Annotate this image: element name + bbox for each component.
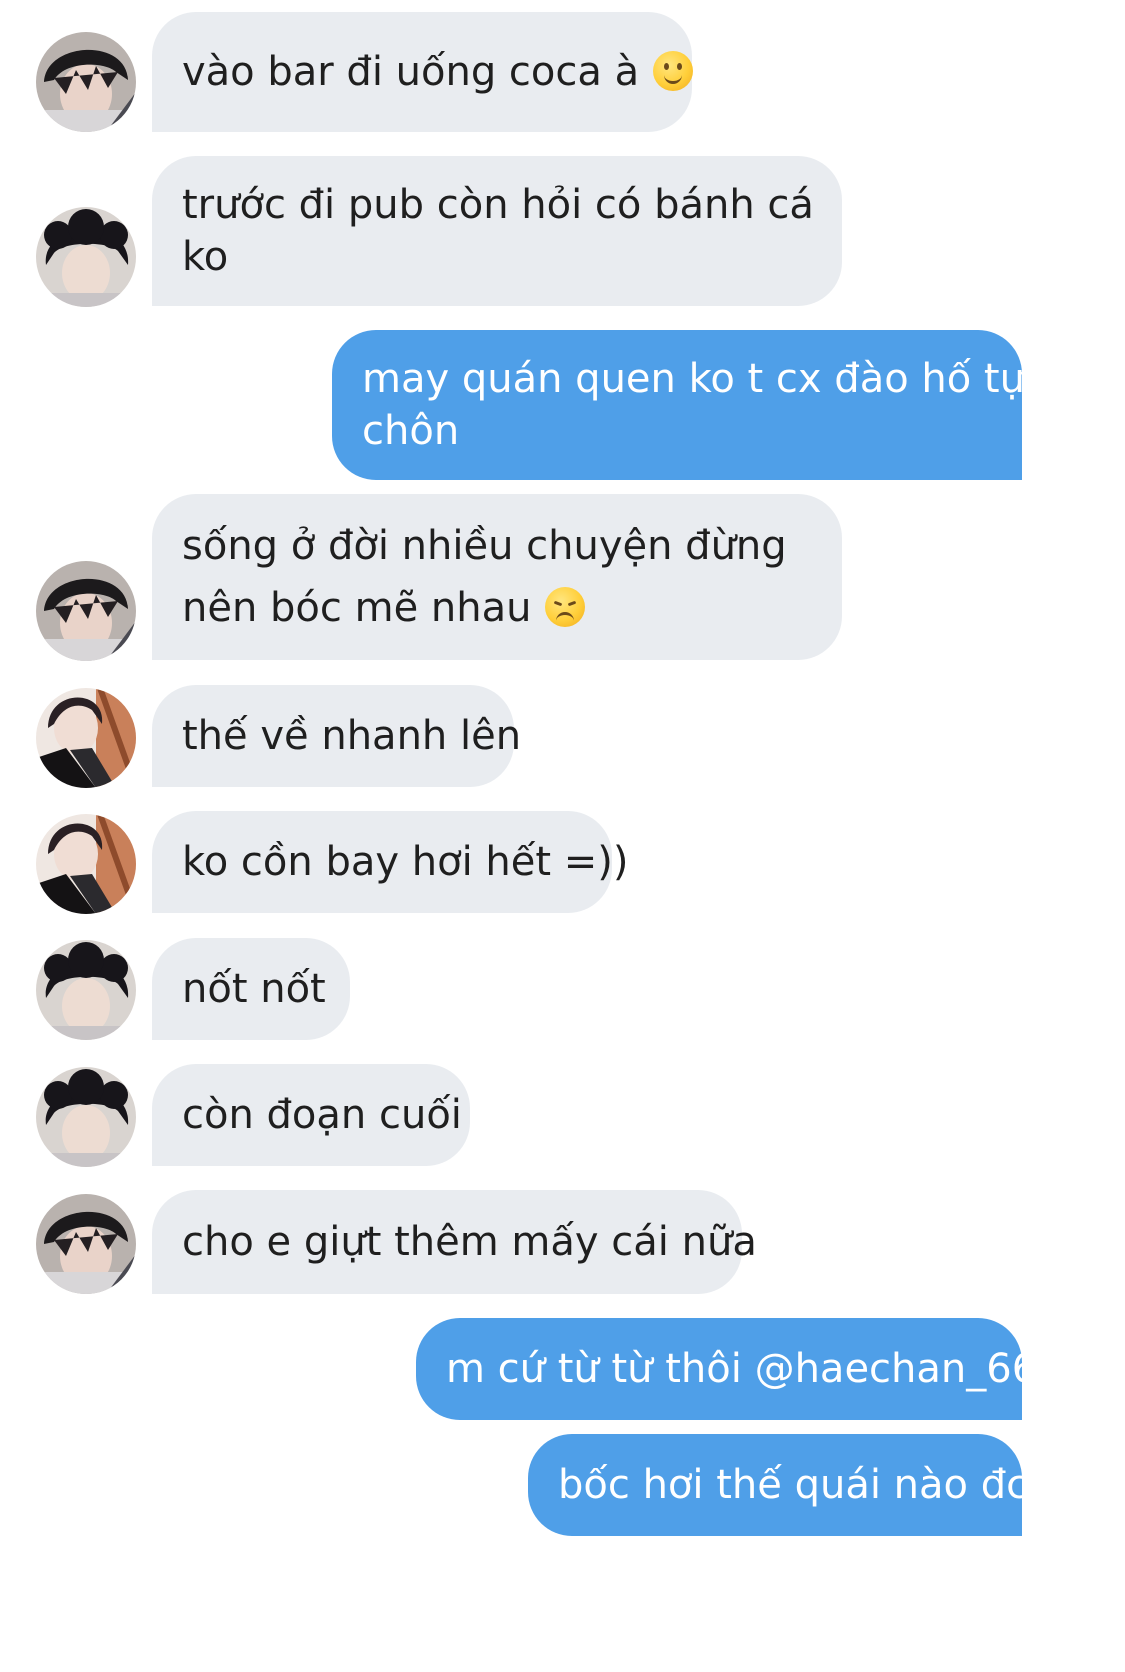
incoming-message[interactable]: thế về nhanh lên (152, 685, 522, 787)
avatar-photo (36, 32, 136, 132)
message-text-line: trước đi pub còn hỏi có bánh cá (182, 182, 814, 228)
outgoing-message[interactable]: bốc hơi thế quái nào đc (528, 1434, 1029, 1536)
message-text-line: nốt nốt (182, 966, 326, 1012)
incoming-message[interactable]: trước đi pub còn hỏi có bánh cá ko (152, 156, 842, 306)
avatar-photo (36, 688, 136, 788)
avatar[interactable] (36, 32, 136, 132)
avatar-photo (36, 814, 136, 914)
message-text-line: cho e giựt thêm mấy cái nữa (182, 1219, 757, 1265)
message-text-line: sống ở đời nhiều chuyện đừng (182, 523, 787, 569)
message-text-line: ko (182, 234, 229, 280)
chat-thread: vào bar đi uống coca à trước đi pub còn … (0, 0, 1125, 1672)
message-text-line: chôn (362, 408, 460, 454)
outgoing-message[interactable]: m cứ từ từ thôi @haechan_66 (416, 1318, 1038, 1420)
message-text-line: nên bóc mẽ nhau (182, 577, 812, 639)
avatar-photo (36, 561, 136, 661)
message-text-line: may quán quen ko t cx đào hố tự (362, 356, 1025, 402)
avatar[interactable] (36, 688, 136, 788)
outgoing-message[interactable]: may quán quen ko t cx đào hố tự chôn (332, 330, 1025, 480)
incoming-message[interactable]: cho e giựt thêm mấy cái nữa (152, 1190, 757, 1294)
message-text-line: còn đoạn cuối (182, 1092, 462, 1138)
avatar-photo (36, 940, 136, 1040)
avatar[interactable] (36, 1194, 136, 1294)
incoming-message[interactable]: ko cồn bay hơi hết =)) (152, 811, 629, 913)
avatar[interactable] (36, 1067, 136, 1167)
disappointed-face-icon (545, 587, 586, 627)
message-text-line: ko cồn bay hơi hết =)) (182, 839, 629, 885)
avatar[interactable] (36, 814, 136, 914)
incoming-message[interactable]: vào bar đi uống coca à (152, 12, 694, 132)
avatar[interactable] (36, 940, 136, 1040)
upside-down-face-icon (653, 51, 694, 91)
incoming-message[interactable]: nốt nốt (152, 938, 350, 1040)
message-text-line: bốc hơi thế quái nào đc (558, 1462, 1029, 1508)
avatar-photo (36, 1194, 136, 1294)
message-text-line: thế về nhanh lên (182, 713, 522, 759)
avatar[interactable] (36, 561, 136, 661)
avatar[interactable] (36, 207, 136, 307)
incoming-message[interactable]: còn đoạn cuối (152, 1064, 470, 1166)
avatar-photo (36, 1067, 136, 1167)
incoming-message[interactable]: sống ở đời nhiều chuyện đừng nên bóc mẽ … (152, 494, 842, 660)
message-text-line: m cứ từ từ thôi @haechan_66 (446, 1346, 1038, 1392)
message-text: vào bar đi uống coca à (182, 46, 694, 98)
avatar-photo (36, 207, 136, 307)
